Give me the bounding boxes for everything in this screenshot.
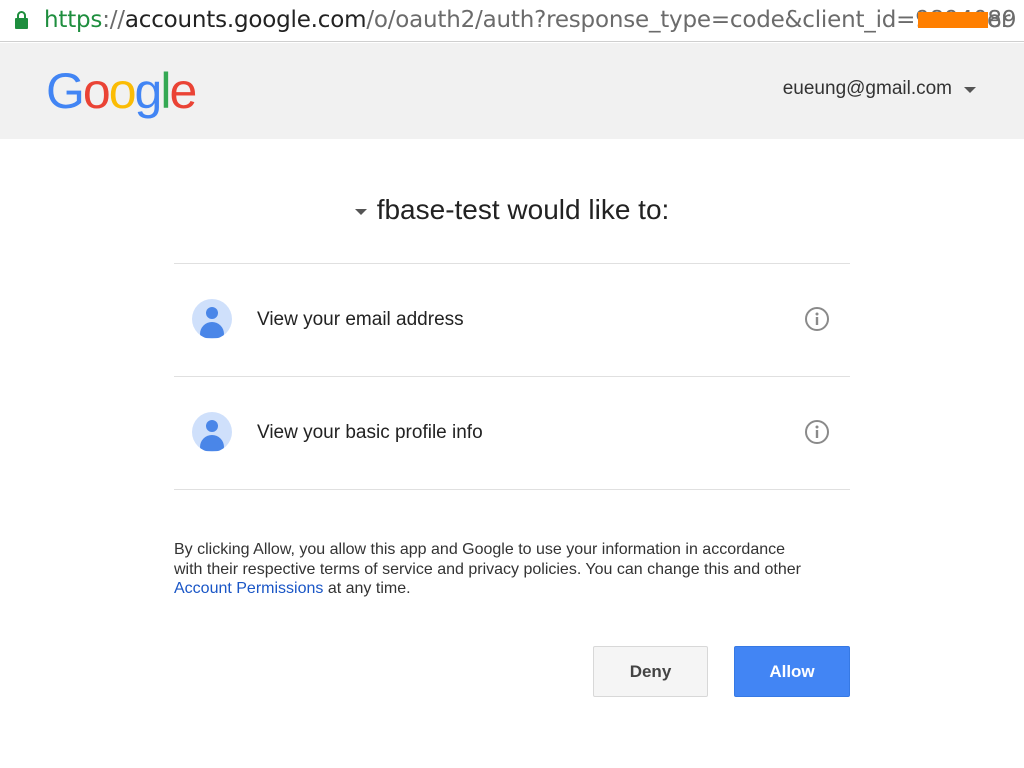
url-host: accounts.google.com	[124, 7, 367, 33]
info-icon[interactable]	[804, 306, 830, 332]
scope-label: View your basic profile info	[257, 422, 483, 443]
url-separator: ://	[102, 7, 125, 33]
account-switcher[interactable]: eueung@gmail.com	[783, 77, 976, 101]
consent-title-text: fbase-test would like to:	[376, 194, 670, 225]
logo-letter: g	[134, 63, 163, 119]
logo-letter: e	[169, 63, 197, 119]
scope-item-email: View your email address	[174, 263, 850, 376]
chevron-down-icon	[964, 87, 976, 93]
consent-disclaimer: By clicking Allow, you allow this app an…	[174, 540, 814, 599]
person-icon	[192, 299, 232, 339]
info-icon[interactable]	[804, 419, 830, 445]
scope-item-profile: View your basic profile info	[174, 376, 850, 490]
logo-letter: o	[108, 63, 137, 119]
consent-text: By clicking Allow, you allow this app an…	[174, 541, 801, 578]
lock-icon	[15, 11, 28, 29]
consent-text-end: at any time.	[323, 580, 411, 597]
chevron-down-icon	[354, 209, 367, 215]
browser-address-bar[interactable]: https://accounts.google.com/o/oauth2/aut…	[0, 0, 1024, 42]
url-tail: er	[987, 7, 1011, 33]
app-details-toggle[interactable]: fbase-test would like to:	[354, 190, 670, 230]
url-scheme: https	[44, 7, 103, 33]
scope-label: View your email address	[257, 309, 464, 330]
scope-list: View your email address View your basic …	[174, 263, 850, 490]
consent-title: fbase-test would like to:	[0, 186, 1024, 230]
url-text: https://accounts.google.com/o/oauth2/aut…	[44, 5, 1016, 35]
deny-button[interactable]: Deny	[593, 646, 708, 697]
person-icon	[192, 412, 232, 452]
allow-button[interactable]: Allow	[734, 646, 850, 697]
logo-letter: o	[82, 63, 111, 119]
redaction-mark	[918, 12, 988, 28]
google-logo: Google	[46, 61, 197, 121]
account-email: eueung@gmail.com	[782, 78, 952, 99]
logo-letter: G	[46, 63, 85, 119]
account-permissions-link[interactable]: Account Permissions	[174, 580, 323, 597]
page-header: Google eueung@gmail.com	[0, 43, 1024, 139]
